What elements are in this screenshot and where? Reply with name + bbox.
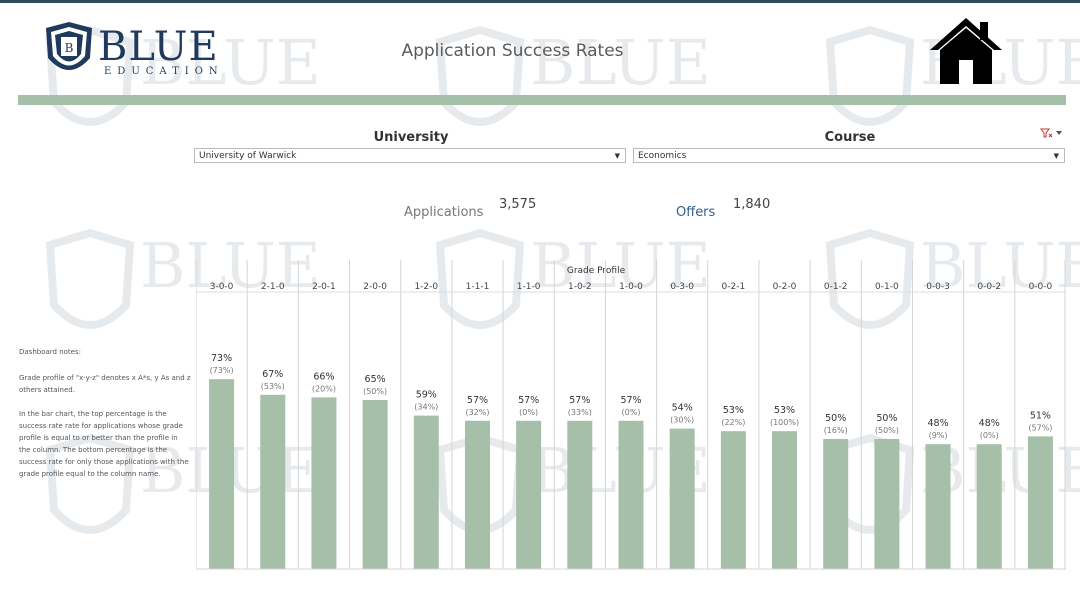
category-label: 1-1-1 — [466, 282, 490, 292]
category-label: 1-1-0 — [517, 282, 541, 292]
category-label: 0-0-0 — [1029, 282, 1053, 292]
notes-title: Dashboard notes: — [19, 348, 81, 356]
secondary-value-label: (0%) — [622, 408, 641, 417]
offers-value: 1,840 — [733, 197, 771, 212]
category-label: 0-2-0 — [773, 282, 797, 292]
brand-logo: B BLUE EDUCATION — [42, 20, 232, 80]
value-label: 54% — [672, 403, 693, 414]
university-dropdown[interactable]: University of Warwick ▼ — [194, 148, 626, 163]
category-label: 2-1-0 — [261, 282, 285, 292]
bar — [874, 439, 900, 569]
offers-label: Offers — [676, 205, 716, 220]
category-label: 1-2-0 — [414, 282, 438, 292]
bar — [311, 397, 337, 569]
value-label: 59% — [416, 390, 437, 401]
grade-profile-bar-chart: Grade Profile 3-0-0 73% (73%) 2-1-0 67% (53%) 2… — [196, 260, 1066, 570]
secondary-value-label: (50%) — [875, 426, 899, 435]
header-divider — [18, 95, 1066, 105]
bar — [976, 444, 1002, 569]
secondary-value-label: (16%) — [824, 426, 848, 435]
category-label: 3-0-0 — [210, 282, 234, 292]
category-label: 0-0-2 — [977, 282, 1001, 292]
university-dropdown-value: University of Warwick — [199, 151, 297, 161]
secondary-value-label: (50%) — [363, 387, 387, 396]
value-label: 51% — [1030, 410, 1051, 421]
top-accent-line — [0, 0, 1080, 3]
bar — [720, 431, 746, 569]
category-label: 0-2-1 — [722, 282, 746, 292]
page-title: Application Success Rates — [401, 41, 624, 61]
value-label: 66% — [313, 371, 334, 382]
secondary-value-label: (22%) — [721, 418, 745, 427]
bar — [772, 431, 798, 569]
brand-name: BLUE — [98, 24, 219, 70]
secondary-value-label: (73%) — [210, 366, 234, 375]
course-filter-label: Course — [824, 130, 876, 145]
bar — [413, 415, 439, 569]
shield-icon: B — [46, 22, 92, 70]
bar — [567, 420, 593, 569]
notes-paragraph: Grade profile of "x-y-z" denotes x A*s, … — [19, 374, 191, 394]
value-label: 67% — [262, 369, 283, 380]
chart-title: Grade Profile — [567, 266, 626, 276]
svg-text:BLUE: BLUE — [530, 26, 711, 99]
category-label: 0-0-3 — [926, 282, 950, 292]
course-dropdown[interactable]: Economics ▼ — [633, 148, 1065, 163]
brand-subtitle: EDUCATION — [104, 66, 224, 77]
secondary-value-label: (20%) — [312, 384, 336, 393]
bar — [362, 400, 388, 569]
bar — [516, 420, 542, 569]
value-label: 57% — [620, 395, 641, 406]
category-label: 1-0-2 — [568, 282, 592, 292]
bar — [823, 439, 849, 569]
chevron-down-icon: ▼ — [1053, 152, 1059, 160]
value-label: 50% — [876, 413, 897, 424]
value-label: 48% — [979, 418, 1000, 429]
secondary-value-label: (0%) — [980, 431, 999, 440]
secondary-value-label: (100%) — [770, 418, 799, 427]
value-label: 57% — [467, 395, 488, 406]
bar — [260, 394, 286, 569]
value-label: 65% — [365, 374, 386, 385]
secondary-value-label: (0%) — [519, 408, 538, 417]
category-label: 2-0-1 — [312, 282, 336, 292]
bar — [464, 420, 490, 569]
home-button[interactable] — [928, 14, 1004, 86]
category-label: 0-1-0 — [875, 282, 899, 292]
value-label: 57% — [569, 395, 590, 406]
notes-paragraph: In the bar chart, the top percentage is … — [19, 410, 189, 478]
bar — [1027, 436, 1053, 569]
secondary-value-label: (53%) — [261, 382, 285, 391]
value-label: 48% — [927, 418, 948, 429]
secondary-value-label: (9%) — [929, 431, 948, 440]
filter-clear-icon[interactable] — [1040, 128, 1064, 141]
chevron-down-icon: ▼ — [614, 152, 620, 160]
value-label: 53% — [723, 405, 744, 416]
value-label: 53% — [774, 405, 795, 416]
value-label: 50% — [825, 413, 846, 424]
value-label: 57% — [518, 395, 539, 406]
notes-body: Grade profile of "x-y-z" denotes x A*s, … — [19, 372, 191, 480]
value-label: 73% — [211, 353, 232, 364]
category-label: 1-0-0 — [619, 282, 643, 292]
bar — [618, 420, 644, 569]
secondary-value-label: (32%) — [465, 408, 489, 417]
category-label: 0-1-2 — [824, 282, 848, 292]
secondary-value-label: (33%) — [568, 408, 592, 417]
applications-label: Applications — [404, 205, 484, 220]
applications-value: 3,575 — [499, 197, 537, 212]
bar — [209, 379, 235, 569]
badge-letter: B — [65, 41, 74, 55]
secondary-value-label: (34%) — [414, 403, 438, 412]
bar — [669, 428, 695, 569]
bar — [925, 444, 951, 569]
university-filter-label: University — [373, 130, 449, 145]
secondary-value-label: (57%) — [1028, 423, 1052, 432]
home-icon — [930, 18, 1002, 84]
course-dropdown-value: Economics — [638, 151, 687, 161]
secondary-value-label: (30%) — [670, 416, 694, 425]
category-label: 0-3-0 — [670, 282, 694, 292]
category-label: 2-0-0 — [363, 282, 387, 292]
